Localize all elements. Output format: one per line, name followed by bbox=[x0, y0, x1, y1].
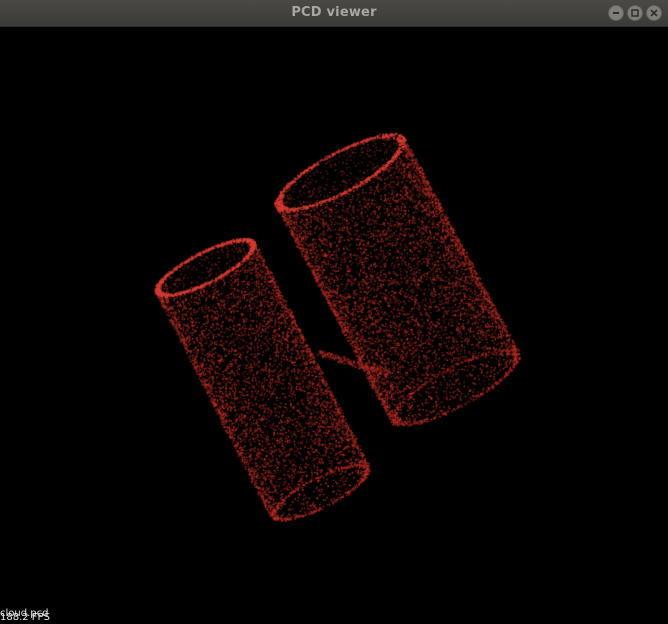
maximize-button[interactable] bbox=[627, 5, 643, 21]
window-title: PCD viewer bbox=[291, 5, 377, 20]
close-button[interactable] bbox=[646, 5, 662, 21]
close-icon bbox=[650, 9, 658, 17]
minimize-icon bbox=[613, 12, 619, 14]
window-controls bbox=[608, 5, 662, 21]
maximize-icon bbox=[631, 9, 639, 17]
point-cloud-viewport[interactable]: cloud.pcd 188.2 FPS bbox=[0, 27, 668, 624]
title-bar[interactable]: PCD viewer bbox=[0, 0, 668, 27]
fps-counter: 188.2 FPS bbox=[0, 612, 50, 623]
point-cloud-canvas[interactable] bbox=[0, 27, 668, 624]
pcd-viewer-window: PCD viewer cloud.pcd 188.2 FPS bbox=[0, 0, 668, 624]
minimize-button[interactable] bbox=[608, 5, 624, 21]
